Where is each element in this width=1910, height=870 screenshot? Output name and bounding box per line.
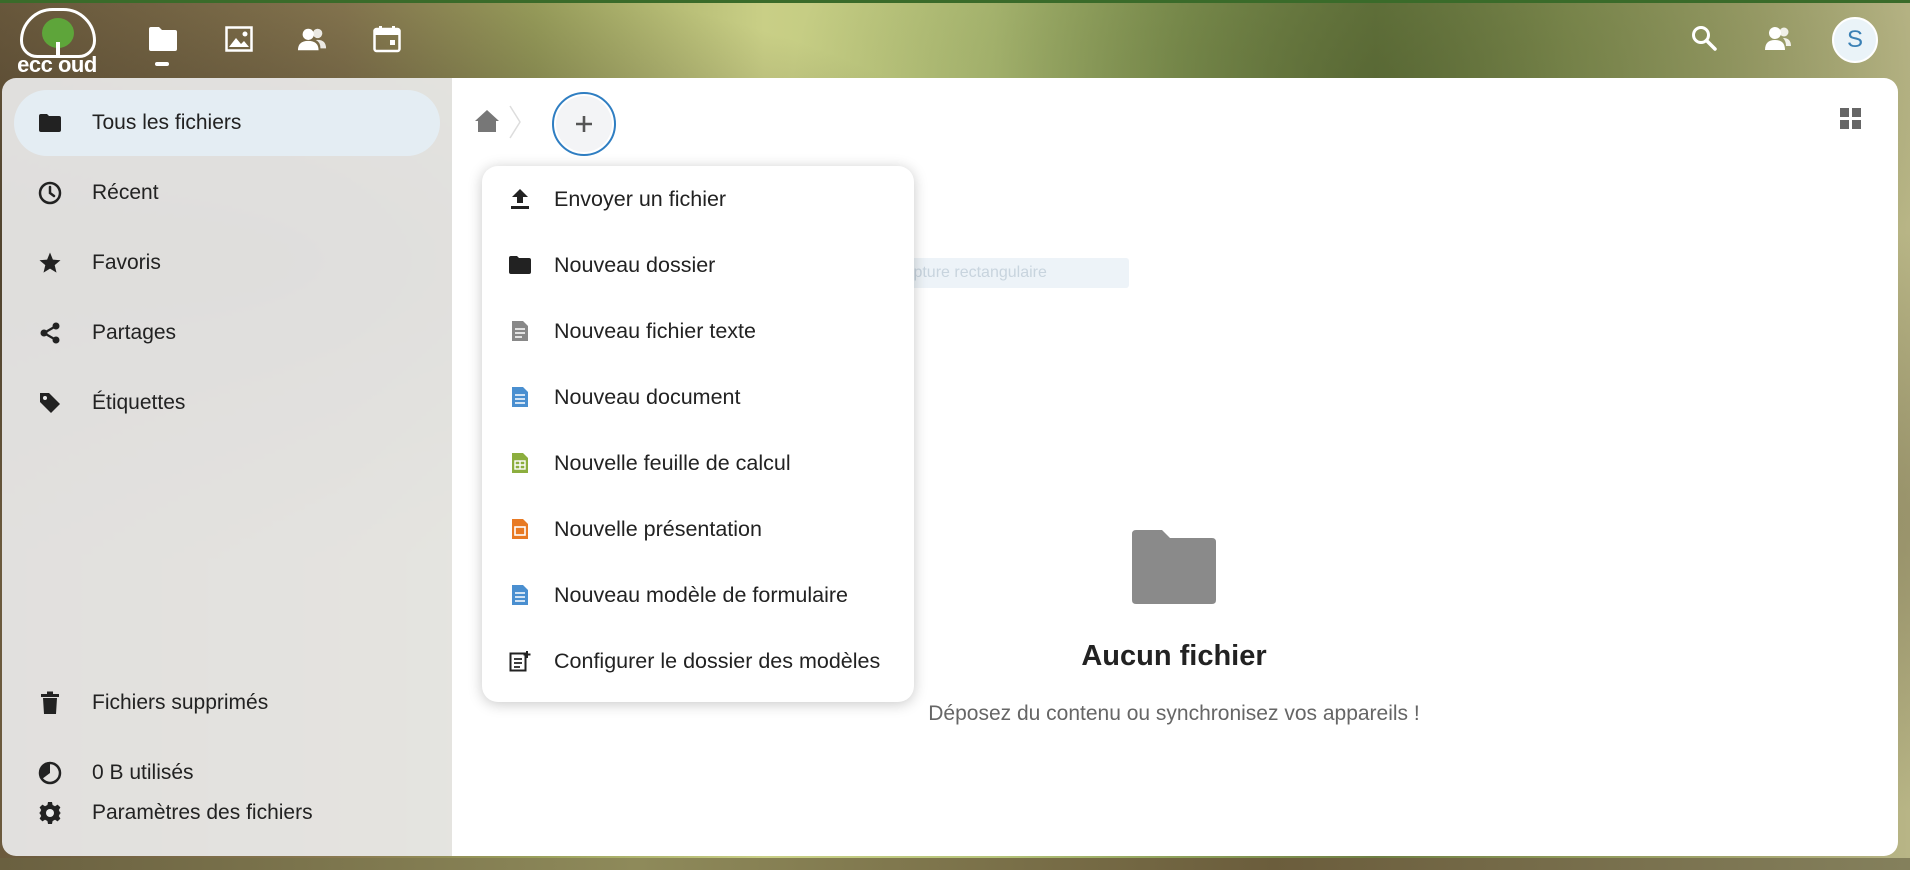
- sidebar-item-recent[interactable]: Récent: [14, 160, 440, 226]
- spreadsheet-icon: [508, 451, 532, 475]
- sidebar-item-trash[interactable]: Fichiers supprimés: [14, 670, 440, 736]
- sidebar-item-label: Étiquettes: [92, 391, 186, 414]
- files-app-icon[interactable]: [148, 24, 178, 54]
- sidebar-item-all-files[interactable]: Tous les fichiers: [14, 90, 440, 156]
- search-icon[interactable]: [1688, 22, 1720, 54]
- upload-icon: [508, 187, 532, 211]
- menu-item-upload[interactable]: Envoyer un fichier: [482, 166, 914, 232]
- bottom-background-strip: [0, 858, 1910, 870]
- home-breadcrumb-icon[interactable]: [472, 106, 502, 136]
- form-template-icon: [508, 583, 532, 607]
- new-file-menu: Envoyer un fichier Nouveau dossier Nouve…: [482, 166, 914, 702]
- gear-icon: [38, 801, 62, 825]
- menu-item-label: Configurer le dossier des modèles: [554, 648, 881, 673]
- menu-item-label: Nouveau document: [554, 384, 741, 409]
- logo-text: ecc oud: [17, 52, 97, 77]
- new-file-button[interactable]: [552, 92, 616, 156]
- header-bar: ecc oud S: [0, 0, 1910, 78]
- menu-item-new-presentation[interactable]: Nouvelle présentation: [482, 496, 914, 562]
- ecloud-logo[interactable]: ecc oud: [14, 6, 100, 77]
- files-content: Capture rectangulaire Envoyer un fichier…: [452, 78, 1898, 856]
- menu-item-configure-templates[interactable]: Configurer le dossier des modèles: [482, 628, 914, 694]
- plus-icon: [576, 116, 592, 132]
- menu-item-label: Envoyer un fichier: [554, 186, 727, 211]
- sidebar-item-label: Fichiers supprimés: [92, 691, 269, 714]
- sidebar-item-shares[interactable]: Partages: [14, 300, 440, 366]
- menu-item-label: Nouvelle feuille de calcul: [554, 450, 791, 475]
- sidebar-item-label: Tous les fichiers: [92, 111, 242, 134]
- photos-app-icon[interactable]: [224, 24, 254, 54]
- menu-item-new-form-template[interactable]: Nouveau modèle de formulaire: [482, 562, 914, 628]
- menu-item-label: Nouveau fichier texte: [554, 318, 756, 343]
- template-folder-icon: [508, 649, 532, 673]
- document-icon: [508, 385, 532, 409]
- menu-item-label: Nouveau modèle de formulaire: [554, 582, 848, 607]
- contacts-app-icon[interactable]: [297, 24, 327, 54]
- sidebar-item-label: Paramètres des fichiers: [92, 801, 313, 824]
- sidebar-item-label: Favoris: [92, 251, 161, 274]
- menu-item-label: Nouvelle présentation: [554, 516, 762, 541]
- sidebar: Tous les fichiers Récent Favoris Partage…: [2, 78, 452, 856]
- sidebar-item-label: Partages: [92, 321, 177, 344]
- sidebar-item-tags[interactable]: Étiquettes: [14, 370, 440, 436]
- active-app-indicator: [155, 62, 169, 66]
- menu-item-label: Nouveau dossier: [554, 252, 716, 277]
- menu-item-new-folder[interactable]: Nouveau dossier: [482, 232, 914, 298]
- app-container: Tous les fichiers Récent Favoris Partage…: [2, 78, 1898, 856]
- star-icon: [38, 251, 62, 275]
- breadcrumb-separator-icon: [509, 105, 521, 139]
- presentation-icon: [508, 517, 532, 541]
- calendar-app-icon[interactable]: [372, 24, 402, 54]
- tag-icon: [38, 391, 62, 415]
- image-icon: [225, 26, 253, 52]
- user-avatar[interactable]: S: [1832, 17, 1878, 63]
- folder-icon: [149, 27, 177, 51]
- empty-folder-icon: [1132, 530, 1216, 604]
- grid-view-icon[interactable]: [1838, 106, 1864, 132]
- sidebar-item-settings[interactable]: Paramètres des fichiers: [14, 780, 440, 846]
- contacts-menu-icon[interactable]: [1762, 22, 1794, 54]
- sidebar-item-label: Récent: [92, 181, 159, 204]
- menu-item-new-spreadsheet[interactable]: Nouvelle feuille de calcul: [482, 430, 914, 496]
- text-file-icon: [508, 319, 532, 343]
- folder-icon: [38, 111, 62, 135]
- clock-icon: [38, 181, 62, 205]
- menu-item-new-text-file[interactable]: Nouveau fichier texte: [482, 298, 914, 364]
- folder-icon: [508, 253, 532, 277]
- empty-state-description: Déposez du contenu ou synchronisez vos a…: [928, 702, 1420, 725]
- empty-state-title: Aucun fichier: [1081, 640, 1267, 672]
- menu-item-new-document[interactable]: Nouveau document: [482, 364, 914, 430]
- share-icon: [38, 321, 62, 345]
- trash-icon: [38, 691, 62, 715]
- sidebar-item-favorites[interactable]: Favoris: [14, 230, 440, 296]
- contacts-icon: [297, 28, 327, 51]
- calendar-icon: [373, 26, 401, 53]
